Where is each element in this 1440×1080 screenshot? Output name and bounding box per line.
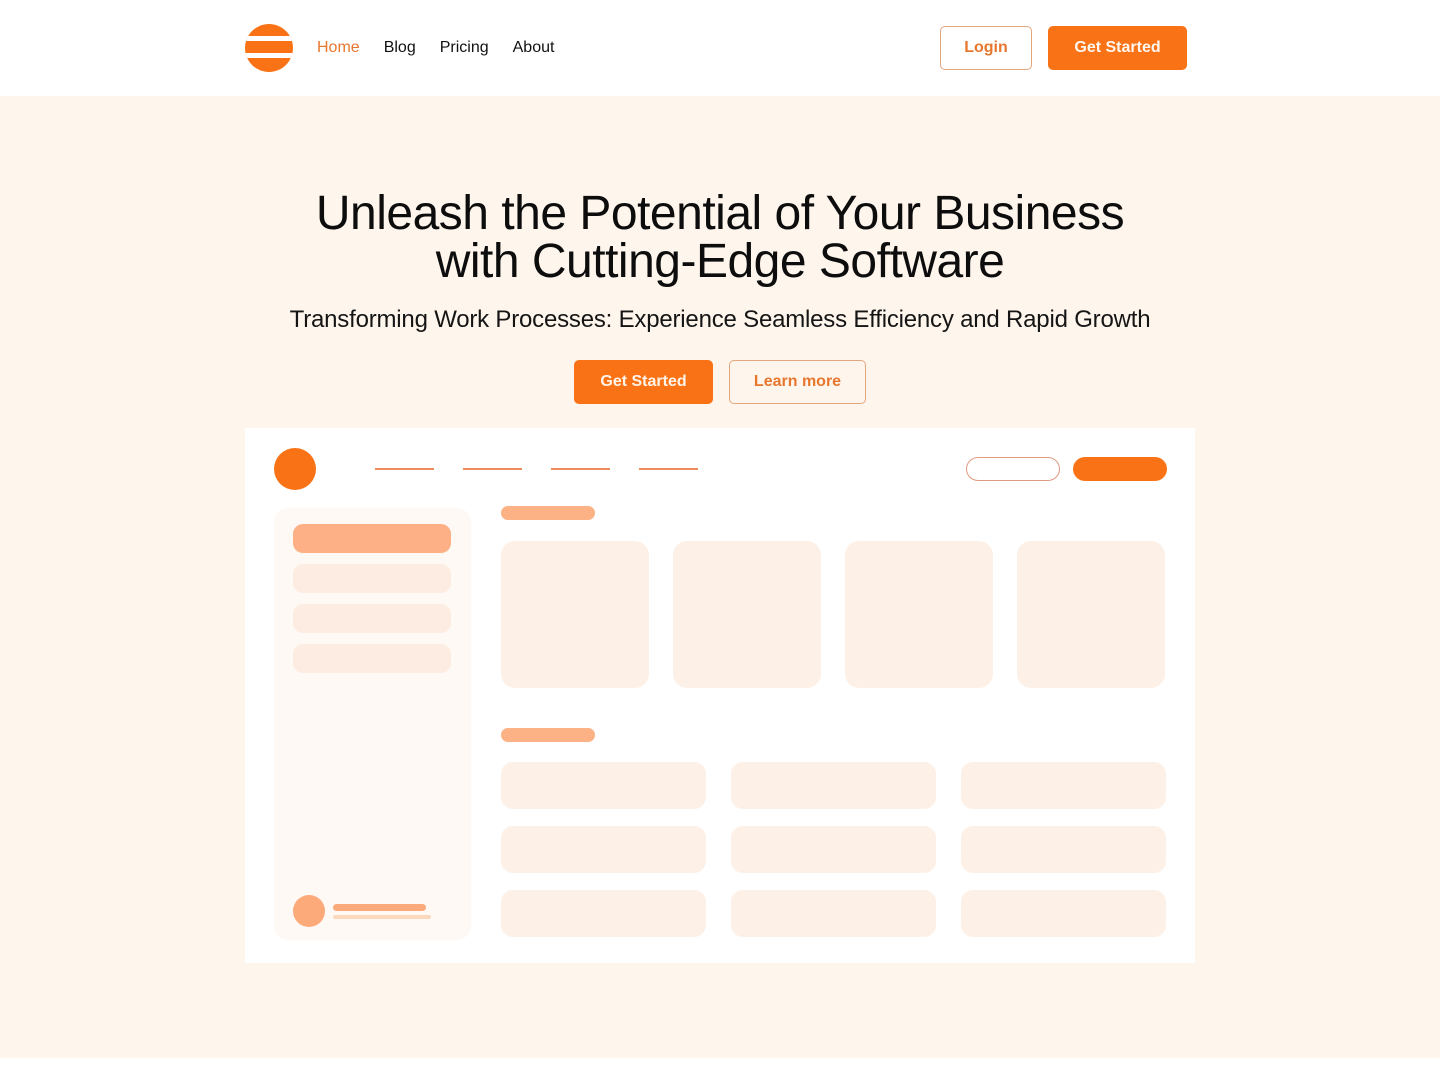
- mockup-filled-button: [1073, 457, 1167, 481]
- mockup-nav-placeholder: [639, 468, 698, 470]
- nav-blog[interactable]: Blog: [384, 38, 416, 58]
- nav-pricing[interactable]: Pricing: [440, 38, 489, 58]
- nav-home[interactable]: Home: [317, 38, 360, 58]
- mockup-nav-placeholder: [375, 468, 434, 470]
- logo-stripe: [245, 53, 293, 58]
- mockup-nav-placeholder: [463, 468, 522, 470]
- mockup-section-heading: [501, 728, 595, 742]
- logo-stripe: [245, 36, 293, 41]
- hero-title: Unleash the Potential of Your Business w…: [0, 190, 1440, 286]
- dashboard-mockup-illustration: [245, 428, 1195, 963]
- mockup-list-row: [961, 762, 1166, 809]
- mockup-list-row: [501, 826, 706, 873]
- mockup-list-row: [731, 890, 936, 937]
- mockup-list-row: [731, 826, 936, 873]
- mockup-outline-button: [966, 457, 1060, 481]
- nav-about[interactable]: About: [513, 38, 555, 58]
- site-header: Home Blog Pricing About Login Get Starte…: [0, 0, 1440, 96]
- mockup-list-row: [961, 890, 1166, 937]
- mockup-user-name-placeholder: [333, 904, 426, 911]
- mockup-list-row: [961, 826, 1166, 873]
- mockup-card: [501, 541, 649, 688]
- mockup-card: [673, 541, 821, 688]
- mockup-sidebar-item: [293, 604, 451, 633]
- learn-more-button[interactable]: Learn more: [729, 360, 866, 404]
- mockup-sidebar-item-active: [293, 524, 451, 553]
- hero-section: Unleash the Potential of Your Business w…: [0, 96, 1440, 1058]
- mockup-avatar: [293, 895, 325, 927]
- logo-icon[interactable]: [245, 24, 293, 72]
- hero-title-line-1: Unleash the Potential of Your Business: [315, 187, 1125, 240]
- mockup-card: [1017, 541, 1165, 688]
- hero-subtitle: Transforming Work Processes: Experience …: [289, 306, 1151, 333]
- login-button[interactable]: Login: [940, 26, 1032, 70]
- mockup-sidebar: [274, 508, 471, 940]
- hero-get-started-button[interactable]: Get Started: [574, 360, 713, 404]
- mockup-user-subtitle-placeholder: [333, 915, 431, 919]
- hero-title-line-2: with Cutting-Edge Software: [435, 235, 1005, 288]
- mockup-card: [845, 541, 993, 688]
- mockup-nav-placeholder: [551, 468, 610, 470]
- mockup-list-row: [501, 890, 706, 937]
- mockup-list-row: [501, 762, 706, 809]
- mockup-list-row: [731, 762, 936, 809]
- header-get-started-button[interactable]: Get Started: [1048, 26, 1187, 70]
- mockup-section-heading: [501, 506, 595, 520]
- main-nav: Home Blog Pricing About: [317, 38, 578, 58]
- mockup-sidebar-item: [293, 564, 451, 593]
- mockup-sidebar-item: [293, 644, 451, 673]
- mockup-logo-circle: [274, 448, 316, 490]
